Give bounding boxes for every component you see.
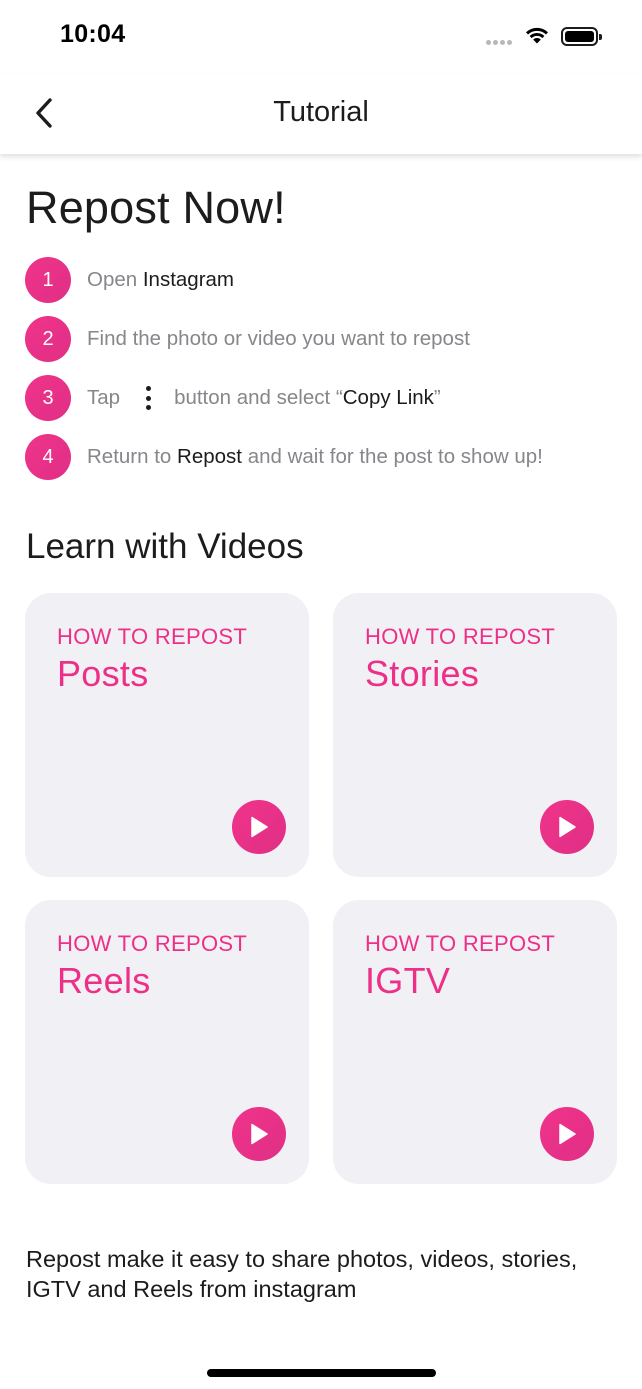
video-card-igtv[interactable]: HOW TO REPOST IGTV [333, 900, 617, 1184]
step-3-text: Tap button and select “Copy Link” [87, 386, 441, 410]
step-number-badge: 2 [25, 316, 71, 362]
play-button[interactable] [540, 1107, 594, 1161]
step-text-middle: button and select “ [174, 386, 343, 409]
step-number-badge: 4 [25, 434, 71, 480]
home-indicator [207, 1369, 436, 1377]
card-kicker: HOW TO REPOST [365, 931, 556, 956]
page-title: Tutorial [273, 96, 369, 128]
step-text-suffix: ” [433, 386, 441, 409]
card-kicker: HOW TO REPOST [57, 624, 248, 649]
card-title: IGTV [365, 960, 451, 1001]
play-icon [559, 816, 576, 838]
learn-with-videos-heading: Learn with Videos [26, 527, 304, 566]
battery-icon [561, 27, 602, 46]
step-2: 2 Find the photo or video you want to re… [25, 316, 470, 362]
step-text-bold: Instagram [142, 268, 235, 291]
wifi-icon [526, 27, 548, 44]
step-text-bold: Repost [177, 445, 242, 468]
step-4: 4 Return to Repost and wait for the post… [25, 434, 543, 480]
more-vertical-icon [146, 386, 152, 410]
play-button[interactable] [540, 800, 594, 854]
repost-now-heading: Repost Now! [26, 182, 286, 233]
step-3: 3 Tap button and select “Copy Link” [25, 375, 441, 421]
status-bar: 10:04 [0, 0, 642, 74]
card-title: Stories [365, 653, 480, 694]
step-1-text: Open Instagram [87, 268, 234, 292]
footer-description: Repost make it easy to share photos, vid… [26, 1246, 578, 1302]
play-icon [559, 1123, 576, 1145]
step-text-prefix: Tap [87, 386, 121, 409]
step-text-suffix: and wait for the post to show up! [242, 445, 543, 468]
step-text-prefix: Return to [87, 445, 178, 468]
card-title: Reels [57, 960, 151, 1001]
video-card-posts[interactable]: HOW TO REPOST Posts [25, 593, 309, 877]
card-kicker: HOW TO REPOST [365, 624, 556, 649]
video-card-stories[interactable]: HOW TO REPOST Stories [333, 593, 617, 877]
step-4-text: Return to Repost and wait for the post t… [87, 445, 543, 469]
step-number-badge: 3 [25, 375, 71, 421]
status-time: 10:04 [60, 20, 126, 48]
step-text-prefix: Open [87, 268, 143, 291]
play-icon [251, 1123, 268, 1145]
card-title: Posts [57, 653, 149, 694]
step-1: 1 Open Instagram [25, 257, 234, 303]
play-icon [251, 816, 268, 838]
navigation-bar: Tutorial [0, 74, 642, 154]
video-card-reels[interactable]: HOW TO REPOST Reels [25, 900, 309, 1184]
signal-dots-icon [486, 40, 516, 46]
play-button[interactable] [232, 800, 286, 854]
card-kicker: HOW TO REPOST [57, 931, 248, 956]
step-text-bold: Copy Link [342, 386, 434, 409]
step-number-badge: 1 [25, 257, 71, 303]
step-2-text: Find the photo or video you want to repo… [87, 327, 470, 350]
play-button[interactable] [232, 1107, 286, 1161]
